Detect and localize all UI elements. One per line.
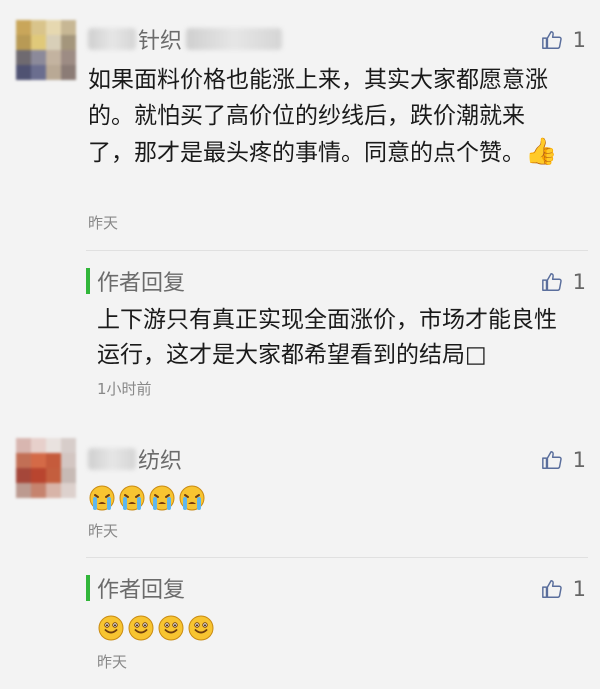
commenter-name[interactable]: 纺织 xyxy=(88,442,182,476)
commenter-name[interactable]: 针织 xyxy=(88,22,284,56)
reply-emojis xyxy=(97,614,217,642)
like-button[interactable]: 1 xyxy=(541,28,586,52)
thumbs-up-emoji: 👍 xyxy=(525,137,558,167)
smiling-face-icon xyxy=(98,615,124,641)
like-count: 1 xyxy=(572,448,586,472)
divider xyxy=(86,250,588,251)
author-reply-label: 作者回复 xyxy=(97,578,186,603)
reply-text: 上下游只有真正实现全面涨价，市场才能良性运行，这才是大家都希望看到的结局□ xyxy=(97,307,557,368)
comment-emojis xyxy=(88,484,208,512)
thumbs-up-icon xyxy=(541,451,562,469)
like-count: 1 xyxy=(572,28,586,52)
smiling-face-icon xyxy=(188,615,214,641)
crying-face-icon xyxy=(149,485,175,511)
reply-like-button[interactable]: 1 xyxy=(541,577,586,601)
reply-time: 1小时前 xyxy=(97,380,152,398)
smiling-face-icon xyxy=(158,615,184,641)
like-button[interactable]: 1 xyxy=(541,448,586,472)
thumbs-up-icon xyxy=(541,273,562,291)
blurred-name xyxy=(88,448,136,470)
like-count: 1 xyxy=(572,270,586,294)
blurred-name xyxy=(88,28,136,50)
blurred-name xyxy=(186,28,283,50)
comment-text-content: 如果面料价格也能涨上来，其实大家都愿意涨的。就怕买了高价位的纱线后，跌价潮就来了… xyxy=(88,67,548,166)
reply-indicator-bar xyxy=(86,268,90,294)
smiling-face-icon xyxy=(128,615,154,641)
crying-face-icon xyxy=(119,485,145,511)
reply-indicator-bar xyxy=(86,575,90,601)
reply-like-button[interactable]: 1 xyxy=(541,270,586,294)
crying-face-icon xyxy=(179,485,205,511)
reply-time: 昨天 xyxy=(97,653,128,671)
author-reply-label: 作者回复 xyxy=(97,271,186,296)
commenter-name-suffix: 针织 xyxy=(138,29,183,54)
divider xyxy=(86,557,588,558)
commenter-name-suffix: 纺织 xyxy=(138,449,183,474)
thumbs-up-icon xyxy=(541,31,562,49)
avatar[interactable] xyxy=(16,438,76,498)
comment-time: 昨天 xyxy=(88,214,119,232)
thumbs-up-icon xyxy=(541,580,562,598)
like-count: 1 xyxy=(572,577,586,601)
avatar[interactable] xyxy=(16,20,76,80)
comment-time: 昨天 xyxy=(88,522,119,540)
comment-text: 如果面料价格也能涨上来，其实大家都愿意涨的。就怕买了高价位的纱线后，跌价潮就来了… xyxy=(88,62,568,171)
crying-face-icon xyxy=(89,485,115,511)
